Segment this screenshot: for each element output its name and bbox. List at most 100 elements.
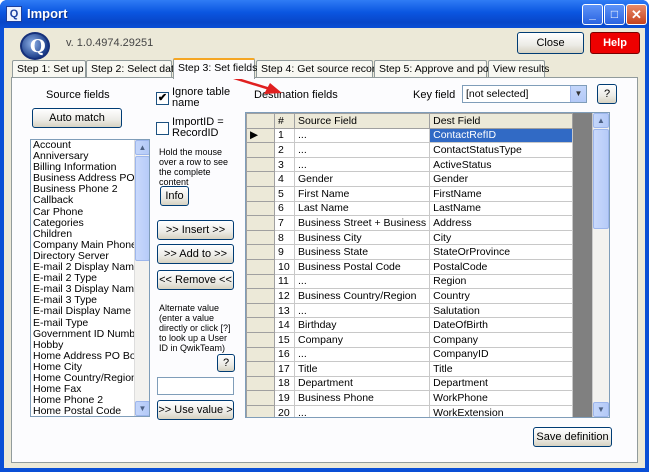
col-source-header[interactable]: Source Field — [293, 113, 431, 129]
dest-field-cell[interactable]: DateOfBirth — [429, 317, 574, 333]
dest-field-cell[interactable]: ContactRefID — [429, 127, 574, 144]
scroll-thumb[interactable] — [135, 156, 149, 261]
source-field-cell[interactable]: Birthday — [293, 317, 431, 333]
row-selector[interactable] — [246, 258, 275, 275]
list-item[interactable]: E-mail Type — [31, 318, 135, 329]
table-row[interactable]: 18 Department Department — [246, 375, 574, 392]
dest-field-cell[interactable]: WorkExtension — [429, 404, 574, 417]
dest-field-cell[interactable]: Salutation — [429, 302, 574, 319]
list-item[interactable]: Directory Server — [31, 251, 135, 262]
list-item[interactable]: Home City — [31, 362, 135, 373]
source-field-cell[interactable]: Last Name — [293, 200, 431, 217]
row-number-cell[interactable]: 10 — [274, 258, 295, 275]
list-item[interactable]: E-mail 3 Display Name — [31, 284, 135, 295]
source-field-cell[interactable]: Business City — [293, 229, 431, 246]
row-selector[interactable] — [246, 215, 275, 231]
auto-match-button[interactable]: Auto match — [32, 108, 122, 128]
source-field-cell[interactable]: ... — [293, 156, 431, 173]
table-row[interactable]: 20... WorkExtension — [246, 404, 574, 417]
table-row[interactable]: 6 Last Name LastName — [246, 200, 574, 217]
tab-step-2[interactable]: Step 2: Select data — [86, 60, 180, 78]
dest-field-cell[interactable]: WorkPhone — [429, 390, 574, 406]
ignore-table-name-checkbox[interactable]: ✔ — [156, 92, 169, 105]
list-item[interactable]: E-mail 2 Type — [31, 273, 135, 284]
source-field-cell[interactable]: ... — [293, 346, 431, 363]
row-selector[interactable] — [246, 288, 275, 304]
source-field-cell[interactable]: Business Phone — [293, 390, 431, 406]
source-field-cell[interactable]: ... — [293, 404, 431, 417]
close-window-button[interactable]: ✕ — [626, 4, 647, 25]
row-number-cell[interactable]: 3 — [274, 156, 295, 173]
table-row[interactable]: 16... CompanyID — [246, 346, 574, 363]
list-item[interactable]: Home Postal Code — [31, 406, 135, 416]
remove-button[interactable]: << Remove << — [157, 270, 234, 290]
row-number-cell[interactable]: 18 — [274, 375, 295, 392]
dest-field-cell[interactable]: Address — [429, 215, 574, 231]
row-selector[interactable] — [246, 404, 275, 417]
dest-field-cell[interactable]: ContactStatusType — [429, 142, 574, 158]
dest-field-cell[interactable]: FirstName — [429, 185, 574, 202]
row-number-cell[interactable]: 13 — [274, 302, 295, 319]
row-selector[interactable] — [246, 361, 275, 377]
row-number-cell[interactable]: 4 — [274, 171, 295, 187]
minimize-button[interactable]: _ — [582, 4, 603, 25]
list-item[interactable]: E-mail 3 Type — [31, 295, 135, 306]
row-selector[interactable] — [246, 375, 275, 392]
table-row[interactable]: 15 Company Company — [246, 331, 574, 348]
destination-fields-grid[interactable]: # Source Field Dest Field ▶ 1... ContactRe… — [245, 112, 610, 418]
row-number-cell[interactable]: 19 — [274, 390, 295, 406]
scroll-down-icon[interactable]: ▼ — [135, 401, 149, 416]
table-row[interactable]: 4 Gender Gender — [246, 171, 574, 187]
list-item[interactable]: Company Main Phone — [31, 240, 135, 251]
list-item[interactable]: Home Fax — [31, 384, 135, 395]
grid-scroll-thumb[interactable] — [593, 129, 609, 229]
add-to-button[interactable]: >> Add to >> — [157, 244, 234, 264]
tab-view-results[interactable]: View results — [488, 60, 549, 78]
tab-step-3[interactable]: Step 3: Set fields — [173, 58, 257, 79]
table-row[interactable]: 10 Business Postal Code PostalCode — [246, 258, 574, 275]
row-number-cell[interactable]: 1 — [274, 127, 295, 144]
importid-checkbox[interactable] — [156, 122, 169, 135]
row-selector[interactable] — [246, 331, 275, 348]
table-row[interactable]: 5 First Name FirstName — [246, 185, 574, 202]
dest-field-cell[interactable]: Title — [429, 361, 574, 377]
table-row[interactable]: 17 Title Title — [246, 361, 574, 377]
list-item[interactable]: Children — [31, 229, 135, 240]
source-field-cell[interactable]: ... — [293, 302, 431, 319]
source-field-cell[interactable]: ... — [293, 127, 431, 144]
row-selector[interactable] — [246, 156, 275, 173]
list-item[interactable]: Business Address PO Box — [31, 173, 135, 184]
source-field-cell[interactable]: Business State — [293, 244, 431, 260]
row-number-cell[interactable]: 15 — [274, 331, 295, 348]
row-number-cell[interactable]: 8 — [274, 229, 295, 246]
table-row[interactable]: 3... ActiveStatus — [246, 156, 574, 173]
list-item[interactable]: Home Address PO Box — [31, 351, 135, 362]
row-number-cell[interactable]: 12 — [274, 288, 295, 304]
source-field-cell[interactable]: Business Street + Business — [293, 215, 431, 231]
row-selector[interactable] — [246, 200, 275, 217]
table-row[interactable]: 11... Region — [246, 273, 574, 290]
list-item[interactable]: E-mail Display Name — [31, 306, 135, 317]
table-row[interactable]: 12 Business Country/Region Country — [246, 288, 574, 304]
row-selector[interactable] — [246, 302, 275, 319]
insert-button[interactable]: >> Insert >> — [157, 220, 234, 240]
dest-field-cell[interactable]: Country — [429, 288, 574, 304]
source-field-cell[interactable]: Business Country/Region — [293, 288, 431, 304]
source-field-cell[interactable]: Title — [293, 361, 431, 377]
row-number-cell[interactable]: 17 — [274, 361, 295, 377]
info-button[interactable]: Info — [160, 186, 189, 206]
row-number-cell[interactable]: 2 — [274, 142, 295, 158]
list-item[interactable]: Government ID Number — [31, 329, 135, 340]
dest-field-cell[interactable]: LastName — [429, 200, 574, 217]
row-number-cell[interactable]: 11 — [274, 273, 295, 290]
list-item[interactable]: Categories — [31, 218, 135, 229]
list-item[interactable]: Callback — [31, 195, 135, 206]
dest-field-cell[interactable]: Region — [429, 273, 574, 290]
dest-field-cell[interactable]: Department — [429, 375, 574, 392]
row-number-cell[interactable]: 9 — [274, 244, 295, 260]
close-button[interactable]: Close — [517, 32, 584, 54]
row-number-cell[interactable]: 7 — [274, 215, 295, 231]
row-number-cell[interactable]: 20 — [274, 404, 295, 417]
table-row[interactable]: 8 Business City City — [246, 229, 574, 246]
chevron-down-icon[interactable]: ▼ — [570, 86, 586, 102]
